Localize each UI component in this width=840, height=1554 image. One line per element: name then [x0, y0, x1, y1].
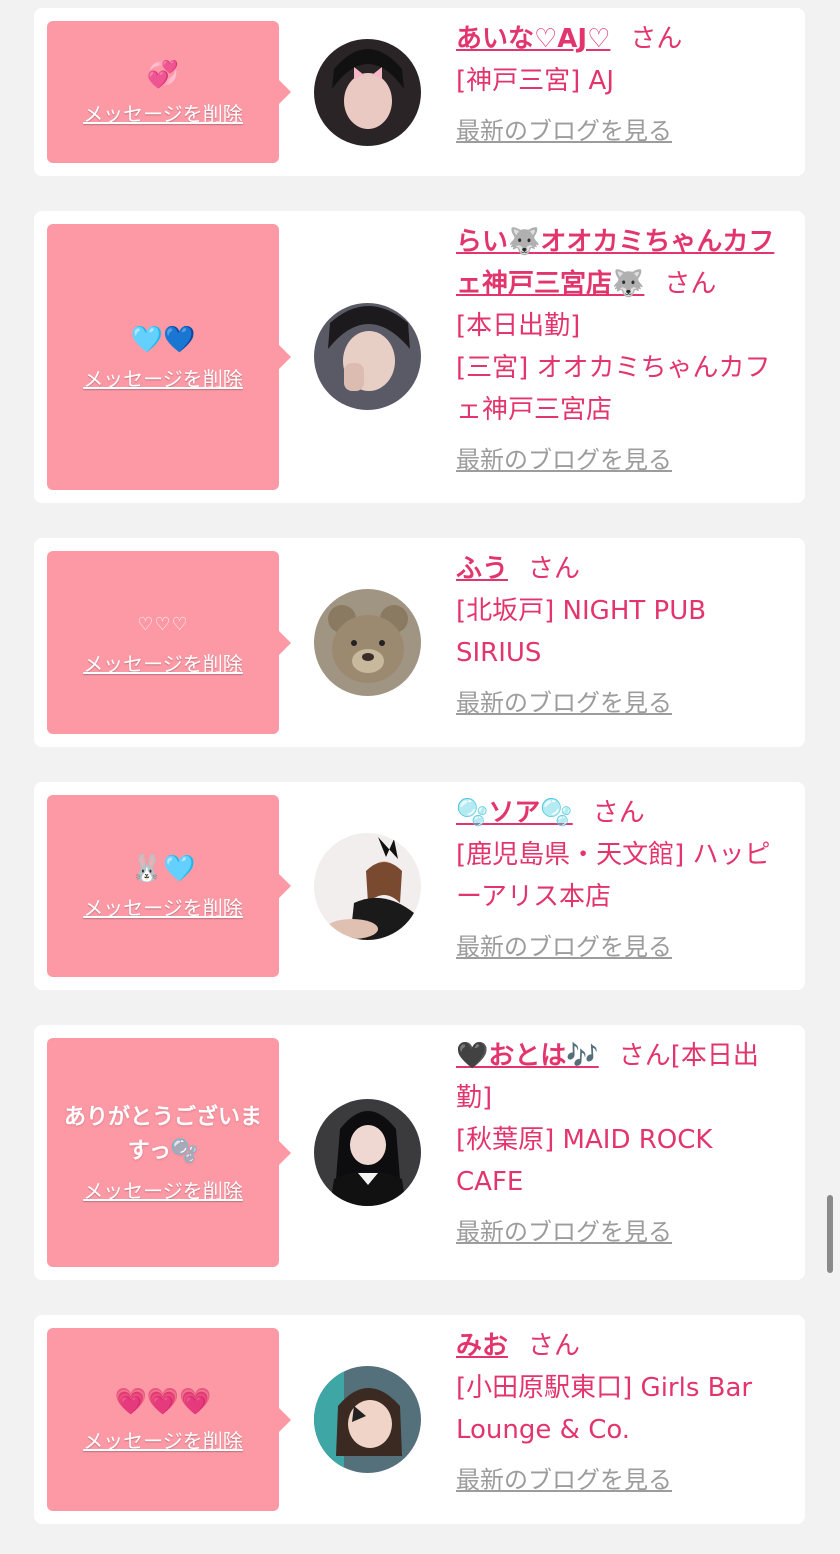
girl-name-link[interactable]: あいな♡AJ♡ [456, 24, 610, 54]
name-line: ふう さん [456, 548, 787, 590]
see-blog-link[interactable]: 最新のブログを見る [456, 1215, 672, 1249]
avatar-image [314, 303, 421, 410]
see-blog-link[interactable]: 最新のブログを見る [456, 686, 672, 720]
shop-info: [三宮] オオカミちゃんカフェ神戸三宮店 [456, 353, 771, 425]
honorific: さん [592, 798, 645, 828]
name-line: らい🐺オオカミちゃんカフェ神戸三宮店🐺 さん [456, 221, 787, 305]
honorific: さん [664, 269, 717, 299]
avatar-image [314, 589, 421, 696]
avatar-image [314, 1099, 421, 1206]
girl-info: あいな♡AJ♡ さん [神戸三宮] AJ 最新のブログを見る [456, 18, 787, 148]
avatar-image [314, 1366, 421, 1473]
girl-name-link[interactable]: らい🐺オオカミちゃんカフェ神戸三宮店🐺 [456, 227, 774, 299]
favorite-card: 🐰🩵 メッセージを削除 🫧ソア🫧 さん [鹿児島県・天文館] ハッピーアリス本店 … [34, 782, 805, 990]
shop-info: [秋葉原] MAID ROCK CAFE [456, 1125, 713, 1197]
avatar-image [314, 39, 421, 146]
shop-info: [神戸三宮] AJ [456, 66, 615, 96]
favorite-card: 🩵💙 メッセージを削除 らい🐺オオカミちゃんカフェ神戸三宮店🐺 さん [本日出勤]… [34, 211, 805, 503]
favorite-card: ♡♡♡ メッセージを削除 ふう さん [北坂戸] NIGHT PUB SIRIUS… [34, 538, 805, 747]
girl-info: みお さん [小田原駅東口] Girls Bar Lounge & Co. 最新の… [456, 1325, 787, 1497]
honorific: さん [630, 24, 683, 54]
message-text: 💞 [146, 59, 180, 90]
girl-info: ふう さん [北坂戸] NIGHT PUB SIRIUS 最新のブログを見る [456, 548, 787, 720]
message-bubble: 💞 メッセージを削除 [47, 21, 291, 163]
name-line: 🖤おとは🎶 さん[本日出勤] [456, 1035, 787, 1119]
delete-message-link[interactable]: メッセージを削除 [83, 363, 243, 392]
favorite-card: 💗💗💗 メッセージを削除 みお さん [小田原駅東口] Girls Bar Lou… [34, 1315, 805, 1524]
scrollbar[interactable] [827, 1195, 833, 1273]
message-bubble: 🩵💙 メッセージを削除 [47, 224, 291, 490]
avatar[interactable] [314, 833, 421, 940]
avatar-image [314, 833, 421, 940]
message-text: ありがとうございますっ🫧 [63, 1105, 262, 1164]
name-line: 🫧ソア🫧 さん [456, 792, 787, 834]
work-status: [本日出勤] [456, 311, 581, 341]
avatar[interactable] [314, 303, 421, 410]
favorite-card: ありがとうございますっ🫧 メッセージを削除 🖤おとは🎶 さん[本日出勤] [秋葉原… [34, 1025, 805, 1280]
message-bubble: ♡♡♡ メッセージを削除 [47, 551, 291, 734]
message-bubble: 🐰🩵 メッセージを削除 [47, 795, 291, 977]
avatar[interactable] [314, 39, 421, 146]
girl-name-link[interactable]: みお [456, 1331, 508, 1361]
see-blog-link[interactable]: 最新のブログを見る [456, 930, 672, 964]
girl-info: らい🐺オオカミちゃんカフェ神戸三宮店🐺 さん [本日出勤] [三宮] オオカミちゃ… [456, 221, 787, 477]
girl-name-link[interactable]: ふう [456, 554, 508, 584]
shop-info: [北坂戸] NIGHT PUB SIRIUS [456, 596, 707, 668]
delete-message-link[interactable]: メッセージを削除 [83, 1425, 243, 1454]
shop-info: [鹿児島県・天文館] ハッピーアリス本店 [456, 840, 771, 912]
shop-info: [小田原駅東口] Girls Bar Lounge & Co. [456, 1373, 753, 1445]
message-text: 🩵💙 [130, 324, 196, 355]
avatar[interactable] [314, 1099, 421, 1206]
girl-info: 🖤おとは🎶 さん[本日出勤] [秋葉原] MAID ROCK CAFE 最新のブロ… [456, 1035, 787, 1249]
message-bubble: 💗💗💗 メッセージを削除 [47, 1328, 291, 1511]
honorific: さん [528, 554, 581, 584]
delete-message-link[interactable]: メッセージを削除 [83, 648, 243, 677]
see-blog-link[interactable]: 最新のブログを見る [456, 443, 672, 477]
see-blog-link[interactable]: 最新のブログを見る [456, 1463, 672, 1497]
honorific: さん [528, 1331, 581, 1361]
delete-message-link[interactable]: メッセージを削除 [83, 1175, 243, 1204]
message-text: ♡♡♡ [137, 614, 189, 635]
see-blog-link[interactable]: 最新のブログを見る [456, 114, 672, 148]
girl-name-link[interactable]: 🖤おとは🎶 [456, 1041, 599, 1071]
honorific: さん [618, 1041, 671, 1071]
delete-message-link[interactable]: メッセージを削除 [83, 98, 243, 127]
message-text: 💗💗💗 [114, 1387, 212, 1417]
girl-info: 🫧ソア🫧 さん [鹿児島県・天文館] ハッピーアリス本店 最新のブログを見る [456, 792, 787, 964]
girl-name-link[interactable]: 🫧ソア🫧 [456, 798, 573, 828]
favorite-card: 💞 メッセージを削除 あいな♡AJ♡ さん [神戸三宮] AJ 最新のブログを見る [34, 8, 805, 176]
avatar[interactable] [314, 1366, 421, 1473]
message-text: 🐰🩵 [130, 853, 196, 884]
message-bubble: ありがとうございますっ🫧 メッセージを削除 [47, 1038, 291, 1267]
delete-message-link[interactable]: メッセージを削除 [83, 892, 243, 921]
name-line: みお さん [456, 1325, 787, 1367]
name-line: あいな♡AJ♡ さん [456, 18, 787, 60]
avatar[interactable] [314, 589, 421, 696]
